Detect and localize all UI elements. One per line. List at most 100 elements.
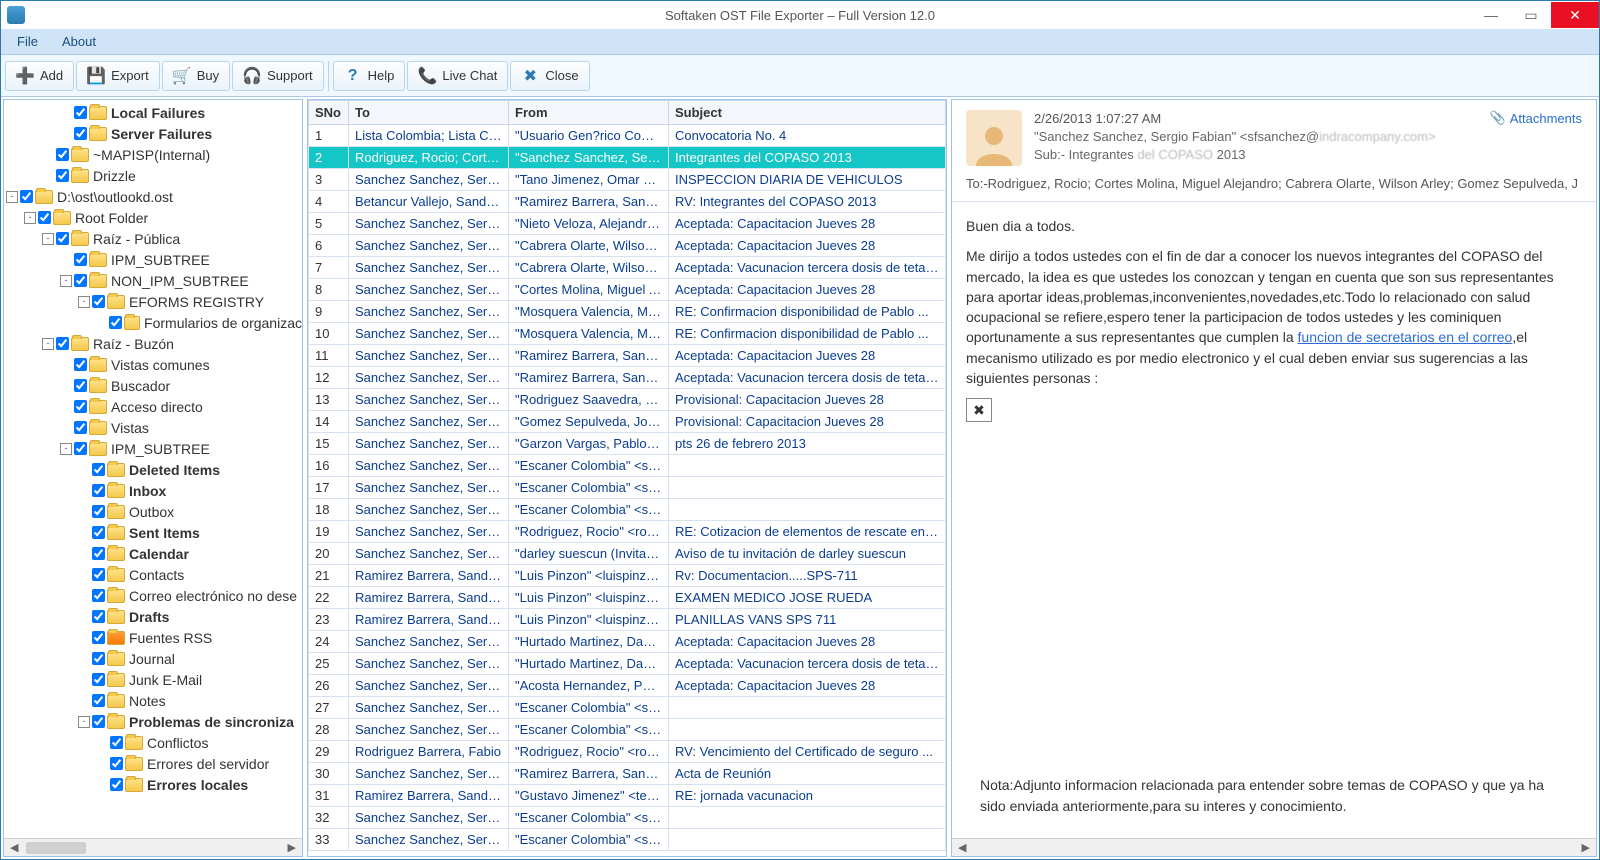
tree-item[interactable]: Acceso directo <box>6 396 302 417</box>
tree-checkbox[interactable] <box>92 505 105 518</box>
tree-checkbox[interactable] <box>92 673 105 686</box>
tree-checkbox[interactable] <box>92 589 105 602</box>
tree-checkbox[interactable] <box>74 106 87 119</box>
table-row[interactable]: 12Sanchez Sanchez, Sergio F..."Ramirez B… <box>309 367 946 389</box>
collapse-icon[interactable]: - <box>78 716 90 728</box>
tree-item[interactable]: Local Failures <box>6 102 302 123</box>
tree-hscroll[interactable]: ◀ ▶ <box>4 838 302 856</box>
attachments-link[interactable]: 📎 Attachments <box>1490 110 1582 126</box>
scroll-left-icon[interactable]: ◀ <box>954 841 970 854</box>
table-row[interactable]: 23Ramirez Barrera, Sandra ..."Luis Pinzo… <box>309 609 946 631</box>
table-row[interactable]: 27Sanchez Sanchez, Sergio F..."Escaner C… <box>309 697 946 719</box>
tree-checkbox[interactable] <box>20 190 33 203</box>
scroll-right-icon[interactable]: ▶ <box>1578 841 1594 854</box>
tree-checkbox[interactable] <box>74 421 87 434</box>
collapse-icon[interactable]: - <box>60 443 72 455</box>
tree-item[interactable]: Drizzle <box>6 165 302 186</box>
folder-tree-scroll[interactable]: Local FailuresServer Failures~MAPISP(Int… <box>4 100 302 838</box>
collapse-icon[interactable]: - <box>6 191 18 203</box>
tree-item[interactable]: Errores del servidor <box>6 753 302 774</box>
tree-checkbox[interactable] <box>74 379 87 392</box>
tree-item[interactable]: Sent Items <box>6 522 302 543</box>
tree-checkbox[interactable] <box>56 169 69 182</box>
tree-checkbox[interactable] <box>74 127 87 140</box>
table-row[interactable]: 20Sanchez Sanchez, Sergio F..."darley su… <box>309 543 946 565</box>
tree-item[interactable]: Server Failures <box>6 123 302 144</box>
buy-button[interactable]: 🛒 Buy <box>162 61 230 91</box>
tree-checkbox[interactable] <box>92 568 105 581</box>
collapse-icon[interactable]: - <box>24 212 36 224</box>
tree-checkbox[interactable] <box>92 631 105 644</box>
table-row[interactable]: 29Rodriguez Barrera, Fabio"Rodriguez, Ro… <box>309 741 946 763</box>
table-row[interactable]: 14Sanchez Sanchez, Sergio F..."Gomez Sep… <box>309 411 946 433</box>
tree-checkbox[interactable] <box>110 778 123 791</box>
tree-item[interactable]: -Raíz - Pública <box>6 228 302 249</box>
tree-checkbox[interactable] <box>56 148 69 161</box>
table-row[interactable]: 8Sanchez Sanchez, Sergio F..."Cortes Mol… <box>309 279 946 301</box>
menu-file[interactable]: File <box>5 31 50 52</box>
table-row[interactable]: 2Rodriguez, Rocio; Cortes ..."Sanchez Sa… <box>309 147 946 169</box>
livechat-button[interactable]: 📞 Live Chat <box>407 61 508 91</box>
tree-checkbox[interactable] <box>74 400 87 413</box>
tree-item[interactable]: -Raíz - Buzón <box>6 333 302 354</box>
tree-item[interactable]: Correo electrónico no dese <box>6 585 302 606</box>
tree-item[interactable]: Notes <box>6 690 302 711</box>
close-window-button[interactable]: ✕ <box>1551 2 1599 28</box>
tree-item[interactable]: Junk E-Mail <box>6 669 302 690</box>
preview-hscroll[interactable]: ◀ ▶ <box>952 838 1596 856</box>
tree-checkbox[interactable] <box>92 484 105 497</box>
collapse-icon[interactable]: - <box>60 275 72 287</box>
close-button[interactable]: ✖ Close <box>510 61 589 91</box>
tree-item[interactable]: Inbox <box>6 480 302 501</box>
table-row[interactable]: 31Ramirez Barrera, Sandra ..."Gustavo Ji… <box>309 785 946 807</box>
table-row[interactable]: 28Sanchez Sanchez, Sergio F..."Escaner C… <box>309 719 946 741</box>
scroll-left-icon[interactable]: ◀ <box>6 841 22 854</box>
help-button[interactable]: ? Help <box>333 61 406 91</box>
tree-item[interactable]: Deleted Items <box>6 459 302 480</box>
table-row[interactable]: 11Sanchez Sanchez, Sergio F..."Ramirez B… <box>309 345 946 367</box>
table-row[interactable]: 1Lista Colombia; Lista Colo..."Usuario G… <box>309 125 946 147</box>
tree-checkbox[interactable] <box>74 274 87 287</box>
table-row[interactable]: 21Ramirez Barrera, Sandra ..."Luis Pinzo… <box>309 565 946 587</box>
table-row[interactable]: 4Betancur Vallejo, Sandra ..."Ramirez Ba… <box>309 191 946 213</box>
collapse-icon[interactable]: - <box>78 296 90 308</box>
col-to[interactable]: To <box>349 101 509 125</box>
tree-checkbox[interactable] <box>38 211 51 224</box>
tree-item[interactable]: Conflictos <box>6 732 302 753</box>
tree-item[interactable]: Calendar <box>6 543 302 564</box>
maximize-button[interactable]: ▭ <box>1511 2 1551 28</box>
table-row[interactable]: 5Sanchez Sanchez, Sergio F..."Nieto Velo… <box>309 213 946 235</box>
tree-item[interactable]: -D:\ost\outlookd.ost <box>6 186 302 207</box>
table-row[interactable]: 32Sanchez Sanchez, Sergio F..."Escaner C… <box>309 807 946 829</box>
tree-checkbox[interactable] <box>74 253 87 266</box>
scroll-right-icon[interactable]: ▶ <box>284 841 300 854</box>
minimize-button[interactable]: — <box>1471 2 1511 28</box>
tree-checkbox[interactable] <box>74 442 87 455</box>
table-row[interactable]: 25Sanchez Sanchez, Sergio F..."Hurtado M… <box>309 653 946 675</box>
tree-item[interactable]: IPM_SUBTREE <box>6 249 302 270</box>
collapse-icon[interactable]: - <box>42 338 54 350</box>
tree-checkbox[interactable] <box>110 757 123 770</box>
tree-checkbox[interactable] <box>109 316 122 329</box>
export-button[interactable]: 💾 Export <box>76 61 160 91</box>
table-row[interactable]: 6Sanchez Sanchez, Sergio F..."Cabrera Ol… <box>309 235 946 257</box>
tree-checkbox[interactable] <box>92 694 105 707</box>
table-row[interactable]: 13Sanchez Sanchez, Sergio F..."Rodriguez… <box>309 389 946 411</box>
table-row[interactable]: 19Sanchez Sanchez, Sergio F..."Rodriguez… <box>309 521 946 543</box>
body-link[interactable]: funcion de secretarios en el correo <box>1298 329 1513 345</box>
table-row[interactable]: 24Sanchez Sanchez, Sergio F..."Hurtado M… <box>309 631 946 653</box>
tree-checkbox[interactable] <box>92 295 105 308</box>
table-row[interactable]: 16Sanchez Sanchez, Sergio F..."Escaner C… <box>309 455 946 477</box>
tree-item[interactable]: -IPM_SUBTREE <box>6 438 302 459</box>
add-button[interactable]: ➕ Add <box>5 61 74 91</box>
table-row[interactable]: 7Sanchez Sanchez, Sergio F..."Cabrera Ol… <box>309 257 946 279</box>
message-list-scroll[interactable]: SNo To From Subject 1Lista Colombia; Lis… <box>308 100 946 856</box>
table-row[interactable]: 17Sanchez Sanchez, Sergio F..."Escaner C… <box>309 477 946 499</box>
tree-item[interactable]: Drafts <box>6 606 302 627</box>
collapse-icon[interactable]: - <box>42 233 54 245</box>
menu-about[interactable]: About <box>50 31 108 52</box>
tree-checkbox[interactable] <box>110 736 123 749</box>
tree-item[interactable]: Formularios de organizac <box>6 312 302 333</box>
table-row[interactable]: 26Sanchez Sanchez, Sergio F..."Acosta He… <box>309 675 946 697</box>
tree-checkbox[interactable] <box>92 610 105 623</box>
